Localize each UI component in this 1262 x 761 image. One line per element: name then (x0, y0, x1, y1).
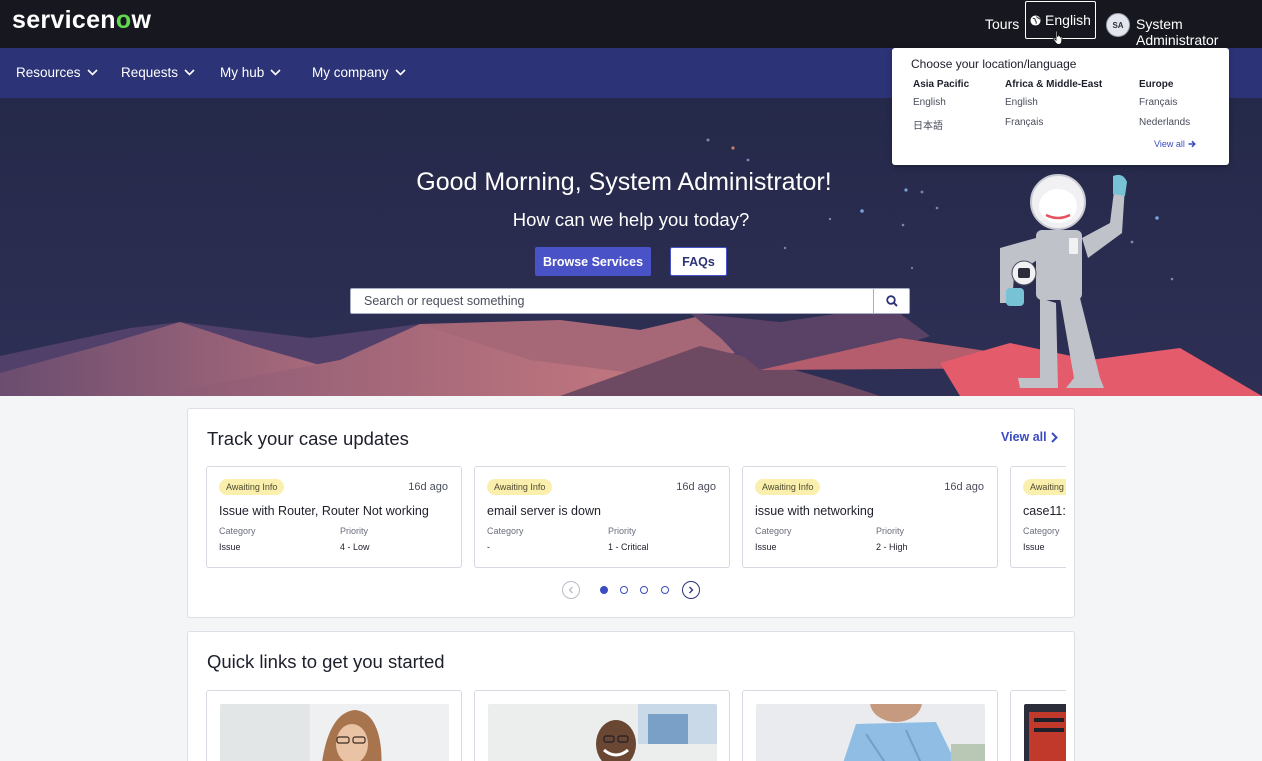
view-all-label: View all (1001, 430, 1047, 444)
chevron-down-icon (184, 69, 195, 76)
case-cards-carousel: Awaiting Info 16d ago Issue with Router,… (206, 466, 1066, 570)
woman-with-glasses-photo (220, 704, 449, 761)
carousel-dot-4[interactable] (661, 586, 669, 594)
priority-label: Priority (876, 526, 905, 536)
faqs-button[interactable]: FAQs (670, 247, 727, 276)
nav-label: Resources (16, 65, 81, 80)
greeting-heading: Good Morning, System Administrator! (416, 168, 832, 196)
language-view-all-link[interactable]: View all (1154, 139, 1196, 149)
priority-value: 2 - High (876, 542, 908, 552)
quick-link-card[interactable] (1010, 690, 1066, 761)
status-badge: Awaiting Info (1023, 479, 1066, 495)
case-title: issue with networking (755, 504, 874, 518)
case-title: Issue with Router, Router Not working (219, 504, 429, 518)
quick-link-card[interactable] (206, 690, 462, 761)
nav-item-resources[interactable]: Resources (16, 65, 98, 80)
case-card[interactable]: Awaiting Info 16d ago email server is do… (474, 466, 730, 568)
language-option[interactable]: 日本語 (913, 117, 969, 132)
nav-item-my-hub[interactable]: My hub (220, 65, 281, 80)
nav-label: My company (312, 65, 389, 80)
chevron-right-icon (1050, 431, 1058, 443)
nav-label: Requests (121, 65, 179, 80)
carousel-dot-1[interactable] (600, 586, 608, 594)
chevron-down-icon (270, 69, 281, 76)
avatar[interactable]: SA (1106, 13, 1130, 37)
servicenow-logo[interactable]: servicenow (12, 6, 151, 35)
language-label: English (1045, 12, 1091, 28)
carousel-dot-2[interactable] (620, 586, 628, 594)
help-subheading: How can we help you today? (512, 209, 750, 230)
case-age: 16d ago (944, 481, 984, 493)
language-option[interactable]: Français (1139, 97, 1190, 108)
server-rack-photo (1024, 704, 1066, 761)
top-bar: servicenow Tours English SA System Admin… (0, 0, 1262, 48)
region-europe: Europe Français Nederlands (1139, 79, 1190, 137)
language-option[interactable]: English (1005, 97, 1102, 108)
category-value: Issue (755, 542, 777, 552)
chevron-down-icon (86, 69, 98, 76)
region-africa-middle-east: Africa & Middle-East English Français (1005, 79, 1102, 137)
carousel-dot-3[interactable] (640, 586, 648, 594)
browse-services-button[interactable]: Browse Services (535, 247, 651, 276)
search-button[interactable] (873, 288, 910, 314)
search-input[interactable] (350, 288, 874, 314)
case-updates-title: Track your case updates (207, 428, 409, 449)
carousel-prev-button[interactable] (562, 581, 580, 599)
priority-label: Priority (340, 526, 369, 536)
smiling-man-photo (488, 704, 717, 761)
region-asia-pacific: Asia Pacific English 日本語 (913, 79, 969, 141)
carousel-next-button[interactable] (682, 581, 700, 599)
status-badge: Awaiting Info (219, 479, 285, 495)
case-age: 16d ago (676, 481, 716, 493)
region-heading: Europe (1139, 79, 1174, 90)
quick-link-card[interactable] (474, 690, 730, 761)
chevron-down-icon (394, 69, 406, 76)
category-value: Issue (1023, 542, 1045, 552)
arrow-right-icon (1188, 140, 1196, 148)
case-title: email server is down (487, 504, 601, 518)
user-name[interactable]: System Administrator (1136, 16, 1262, 48)
priority-value: 4 - Low (340, 542, 370, 552)
language-option[interactable]: English (913, 97, 969, 108)
category-label: Category (755, 526, 792, 536)
case-age: 16d ago (408, 481, 448, 493)
language-panel-title: Choose your location/language (911, 57, 1077, 71)
quick-link-card[interactable] (742, 690, 998, 761)
language-option[interactable]: Nederlands (1139, 117, 1190, 128)
region-heading: Asia Pacific (913, 79, 970, 90)
status-badge: Awaiting Info (487, 479, 553, 495)
case-title: case11: (1023, 504, 1066, 518)
view-all-label: View all (1154, 139, 1185, 149)
man-working-photo (756, 704, 985, 761)
quick-links-carousel (206, 690, 1066, 761)
quick-links-panel: Quick links to get you started (187, 631, 1075, 761)
nav-label: My hub (220, 65, 265, 80)
nav-item-requests[interactable]: Requests (121, 65, 195, 80)
category-value: - (487, 542, 490, 552)
chevron-right-icon (689, 586, 694, 594)
chevron-left-icon (568, 586, 573, 594)
quick-links-title: Quick links to get you started (207, 651, 445, 672)
globe-icon (1030, 14, 1041, 26)
category-label: Category (487, 526, 524, 536)
case-card[interactable]: Awaiting Info 16d ago issue with network… (742, 466, 998, 568)
category-value: Issue (219, 542, 241, 552)
category-label: Category (1023, 526, 1060, 536)
priority-value: 1 - Critical (608, 542, 649, 552)
language-option[interactable]: Français (1005, 117, 1102, 128)
case-updates-panel: Track your case updates View all Awaitin… (187, 408, 1075, 618)
cases-view-all-link[interactable]: View all (1001, 430, 1058, 444)
search-icon (885, 295, 898, 307)
region-heading: Africa & Middle-East (1005, 79, 1103, 90)
priority-label: Priority (608, 526, 637, 536)
language-dropdown: Choose your location/language Asia Pacif… (892, 48, 1229, 165)
case-card[interactable]: Awaiting Info 16d ago Issue with Router,… (206, 466, 462, 568)
status-badge: Awaiting Info (755, 479, 821, 495)
category-label: Category (219, 526, 256, 536)
case-card[interactable]: Awaiting Info case11: Category Issue (1010, 466, 1066, 568)
nav-item-my-company[interactable]: My company (312, 65, 406, 80)
tours-link[interactable]: Tours (985, 16, 1019, 32)
hand-cursor-icon (1052, 30, 1063, 45)
